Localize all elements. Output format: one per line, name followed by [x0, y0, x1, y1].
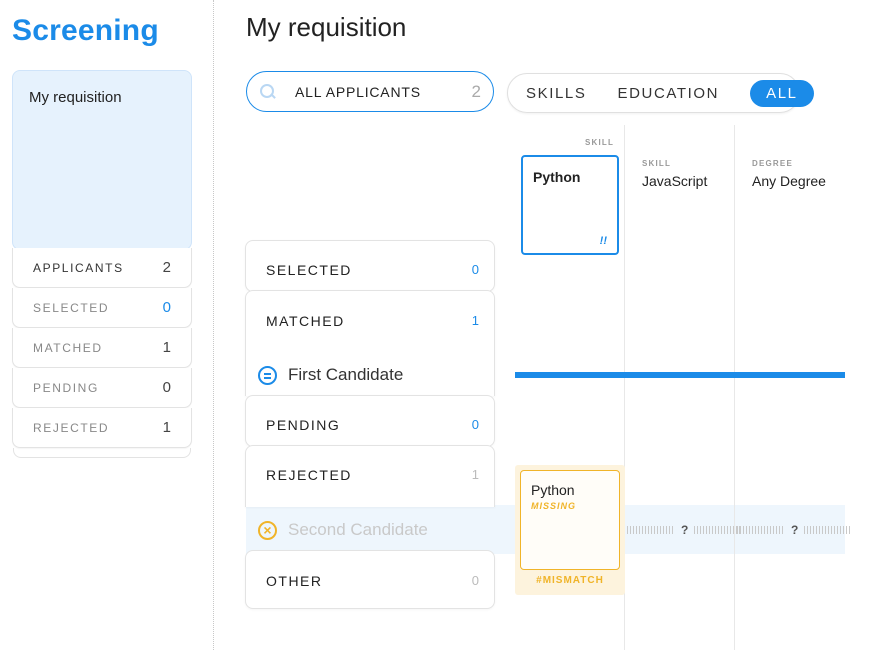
- status-count: 0: [471, 417, 479, 432]
- sidebar-item-applicants[interactable]: APPLICANTS 2: [12, 248, 192, 288]
- status-label: OTHER: [266, 573, 323, 589]
- status-count: 1: [471, 313, 479, 328]
- tab-education[interactable]: EDUCATION: [617, 85, 719, 102]
- sidebar-item-label: MATCHED: [33, 340, 103, 355]
- tab-all[interactable]: ALL: [750, 79, 814, 107]
- status-count: 0: [471, 573, 479, 588]
- criterion-header-javascript[interactable]: SKILL JavaScript: [642, 156, 707, 189]
- page-title: My requisition: [246, 12, 407, 42]
- status-card-rejected[interactable]: REJECTED 1: [245, 445, 495, 507]
- sidebar-divider: [213, 0, 214, 650]
- unknown-mark: ?: [681, 523, 689, 537]
- card-stack-edge: [13, 448, 191, 458]
- dotted-leader: [694, 526, 743, 534]
- dotted-leader: [737, 526, 785, 534]
- requisition-card[interactable]: My requisition: [12, 70, 192, 250]
- dotted-leader: [804, 526, 853, 534]
- sidebar-status-list: APPLICANTS 2 SELECTED 0 MATCHED 1 PENDIN…: [12, 248, 192, 458]
- sidebar-item-label: REJECTED: [33, 420, 110, 435]
- tab-skills[interactable]: SKILLS: [526, 85, 586, 102]
- search-icon: [259, 83, 277, 101]
- status-card-selected[interactable]: SELECTED 0: [245, 240, 495, 292]
- x-circle-icon: ×: [258, 520, 277, 540]
- sidebar-item-count: 0: [162, 299, 171, 316]
- mismatch-tag: #MISMATCH: [536, 575, 604, 586]
- sidebar-item-label: SELECTED: [33, 300, 110, 315]
- unknown-mark: ?: [791, 523, 799, 537]
- sidebar-item-count: 0: [162, 379, 171, 396]
- sidebar-item-label: APPLICANTS: [33, 260, 124, 275]
- applicant-filter-input[interactable]: ALL APPLICANTS 2: [246, 71, 494, 112]
- criterion-name: Any Degree: [752, 173, 826, 189]
- sidebar-item-count: 1: [162, 419, 171, 436]
- app-brand: Screening: [12, 14, 159, 47]
- equal-circle-icon: [258, 365, 277, 385]
- candidate-name: Second Candidate: [288, 520, 428, 539]
- cell-skill-name: Python: [531, 482, 575, 498]
- sidebar-item-pending[interactable]: PENDING 0: [12, 368, 192, 408]
- status-label: REJECTED: [266, 467, 352, 483]
- priority-marker: !!: [599, 235, 607, 247]
- criterion-type-label: SKILL: [642, 159, 672, 168]
- criterion-name: Python: [533, 169, 581, 185]
- first-candidate-match-bar: [515, 372, 845, 378]
- candidate-row-second[interactable]: × Second Candidate: [258, 520, 428, 540]
- filter-count: 2: [471, 81, 481, 101]
- status-card-other[interactable]: OTHER 0: [245, 550, 495, 609]
- criterion-type-label: DEGREE: [752, 159, 793, 168]
- sidebar-item-count: 1: [162, 339, 171, 356]
- status-count: 0: [471, 262, 479, 277]
- sidebar-item-count: 2: [162, 259, 171, 276]
- candidate-row-first[interactable]: First Candidate: [258, 365, 403, 385]
- criterion-name: JavaScript: [642, 173, 708, 189]
- criterion-card-python[interactable]: Python !!: [521, 155, 619, 255]
- filter-value: ALL APPLICANTS: [295, 83, 421, 100]
- status-count: 1: [471, 467, 479, 482]
- candidate-name: First Candidate: [288, 365, 404, 384]
- status-card-pending[interactable]: PENDING 0: [245, 395, 495, 447]
- missing-label: MISSING: [531, 501, 577, 511]
- criterion-type-label: SKILL: [585, 138, 615, 147]
- sidebar-item-matched[interactable]: MATCHED 1: [12, 328, 192, 368]
- status-label: PENDING: [266, 417, 341, 433]
- cell-degree-unknown[interactable]: ?: [737, 522, 853, 538]
- sidebar-item-rejected[interactable]: REJECTED 1: [12, 408, 192, 448]
- cell-javascript-unknown[interactable]: ?: [627, 522, 743, 538]
- sidebar-item-selected[interactable]: SELECTED 0: [12, 288, 192, 328]
- cell-python-missing[interactable]: Python MISSING: [520, 470, 620, 570]
- criteria-tabs: SKILLS EDUCATION ALL: [507, 73, 814, 113]
- requisition-name: My requisition: [29, 89, 122, 106]
- status-label: SELECTED: [266, 262, 352, 278]
- column-divider: [734, 125, 735, 650]
- criterion-header-degree[interactable]: DEGREE Any Degree: [752, 156, 832, 189]
- dotted-leader: [627, 526, 675, 534]
- sidebar-item-label: PENDING: [33, 380, 99, 395]
